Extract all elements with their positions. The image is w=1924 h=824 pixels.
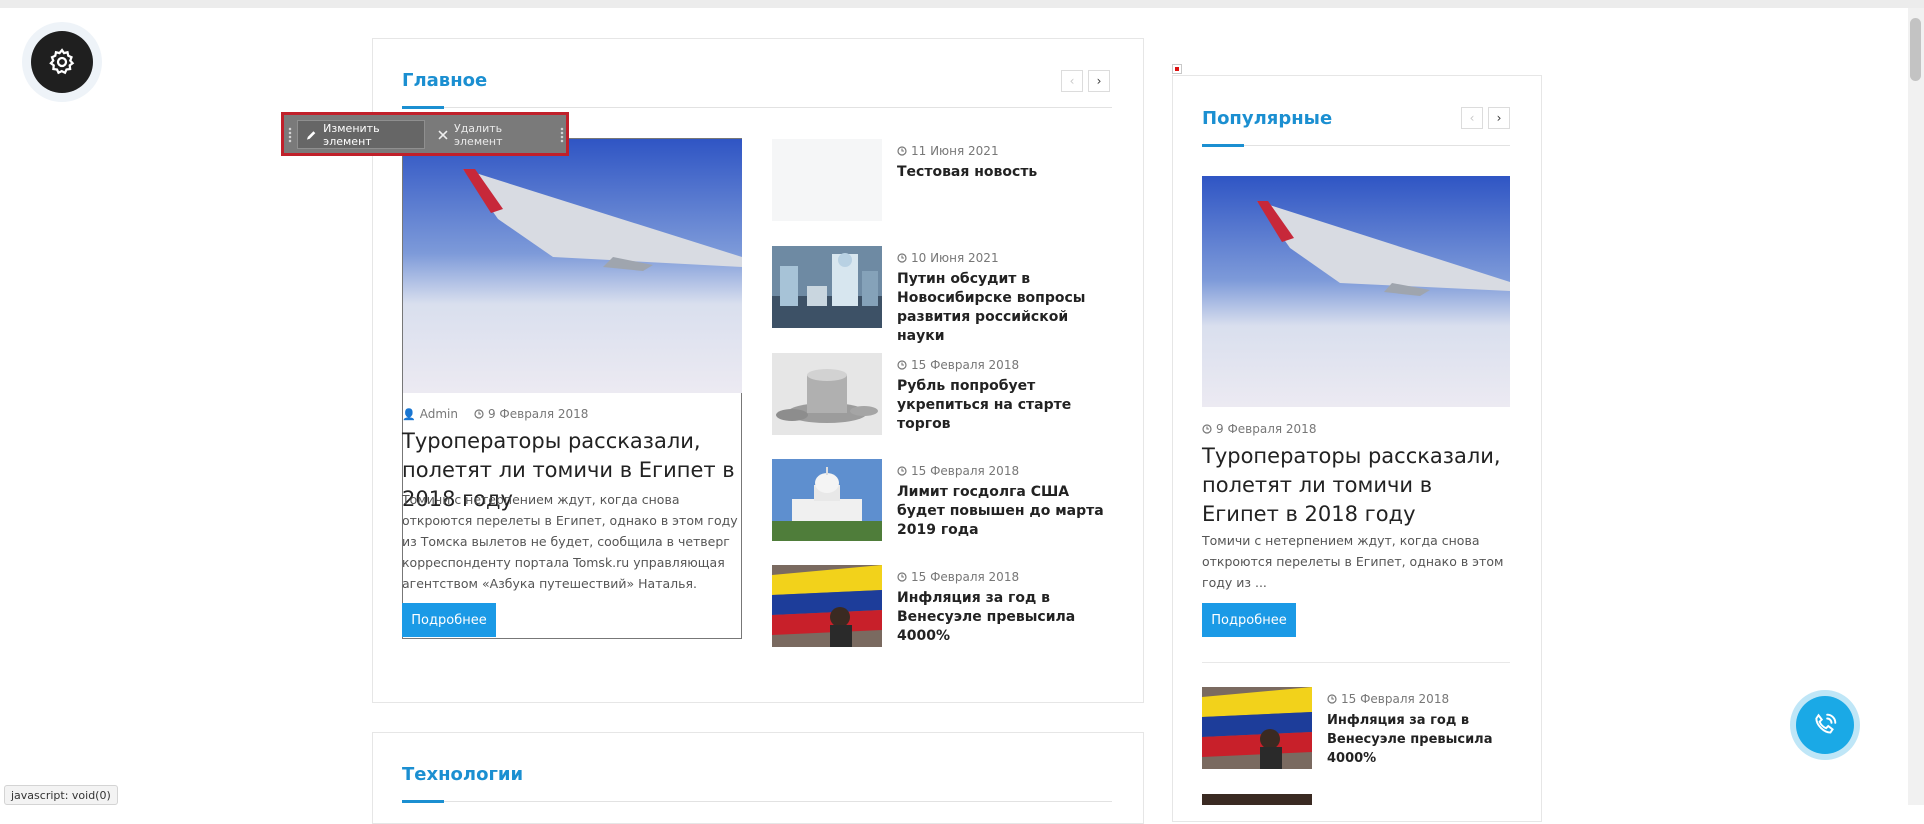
popular-thumb-next[interactable]	[1202, 794, 1312, 805]
main-section-title[interactable]: Главное	[402, 70, 487, 91]
news-date-0: 11 Июня 2021	[897, 144, 999, 158]
popular-section-title[interactable]: Популярные	[1202, 108, 1332, 129]
popular-item-date-0: 15 Февраля 2018	[1327, 692, 1449, 706]
element-marker[interactable]	[1172, 64, 1182, 74]
popular-title-accent	[1202, 144, 1244, 147]
featured-more-button[interactable]: Подробнее	[402, 603, 496, 637]
news-title-4[interactable]: Инфляция за год в Венесуэле превысила 40…	[897, 589, 1112, 646]
main-prev-button[interactable]: ‹	[1061, 70, 1083, 92]
popular-item-title-0[interactable]: Инфляция за год в Венесуэле превысила 40…	[1327, 711, 1507, 768]
clock-icon	[897, 466, 907, 476]
clock-icon	[897, 360, 907, 370]
tech-section-title[interactable]: Технологии	[402, 764, 523, 785]
clock-icon	[897, 572, 907, 582]
clock-icon	[897, 146, 907, 156]
news-thumb-placeholder[interactable]	[772, 139, 882, 221]
call-button[interactable]	[1796, 696, 1854, 754]
popular-featured-excerpt: Томичи с нетерпением ждут, когда снова о…	[1202, 533, 1504, 590]
clock-icon	[474, 409, 484, 419]
news-date-1: 10 Июня 2021	[897, 251, 999, 265]
drag-handle-left[interactable]	[288, 127, 292, 143]
news-date-3: 15 Февраля 2018	[897, 464, 1019, 478]
popular-thumb-venezuela-flag[interactable]	[1202, 687, 1312, 769]
featured-image-airplane-wing[interactable]	[403, 139, 742, 393]
popular-more-button[interactable]: Подробнее	[1202, 603, 1296, 637]
drag-handle-right[interactable]	[560, 127, 564, 143]
popular-title-line	[1202, 145, 1510, 146]
news-thumb-coins[interactable]	[772, 353, 882, 435]
main-title-line	[402, 107, 1112, 108]
phone-icon	[1815, 713, 1837, 734]
clock-icon	[1327, 694, 1337, 704]
news-thumb-laboratory[interactable]	[772, 246, 882, 328]
clock-icon	[1202, 424, 1212, 434]
settings-button[interactable]	[31, 31, 93, 93]
page-scrollbar[interactable]	[1908, 8, 1924, 805]
popular-divider	[1202, 662, 1510, 663]
close-icon	[438, 129, 448, 140]
popular-featured-date: 9 Февраля 2018	[1202, 422, 1316, 436]
gear-icon	[49, 48, 75, 75]
pencil-icon	[306, 130, 316, 140]
featured-excerpt: Томичи с нетерпением ждут, когда снова о…	[402, 492, 738, 591]
user-icon: 👤	[402, 407, 416, 421]
news-title-1[interactable]: Путин обсудит в Новосибирске вопросы раз…	[897, 270, 1112, 346]
delete-element-button[interactable]: Удалить элемент	[432, 120, 554, 149]
news-thumb-venezuela-flag[interactable]	[772, 565, 882, 647]
tech-title-line	[402, 801, 1112, 802]
main-next-button[interactable]: ›	[1088, 70, 1110, 92]
news-title-0[interactable]: Тестовая новость	[897, 163, 1112, 182]
tech-title-accent	[402, 800, 444, 803]
news-title-2[interactable]: Рубль попробует укрепиться на старте тор…	[897, 377, 1112, 434]
news-date-2: 15 Февраля 2018	[897, 358, 1019, 372]
popular-next-button[interactable]: ›	[1488, 107, 1510, 129]
clock-icon	[897, 253, 907, 263]
edit-element-button[interactable]: Изменить элемент	[297, 120, 425, 149]
featured-meta: 👤 Admin 9 Февраля 2018	[402, 407, 588, 421]
featured-author[interactable]: Admin	[420, 407, 458, 421]
news-thumb-capitol[interactable]	[772, 459, 882, 541]
scrollbar-thumb[interactable]	[1910, 18, 1921, 81]
news-title-3[interactable]: Лимит госдолга США будет повышен до март…	[897, 483, 1112, 540]
featured-date: 9 Февраля 2018	[487, 407, 589, 421]
popular-image-airplane-wing[interactable]	[1202, 176, 1510, 407]
popular-prev-button[interactable]: ‹	[1461, 107, 1483, 129]
browser-top-edge	[0, 0, 1924, 8]
browser-status-bar: javascript: void(0)	[4, 785, 118, 805]
element-edit-toolbar: Изменить элемент Удалить элемент	[281, 112, 569, 156]
popular-featured-title[interactable]: Туроператоры рассказали, полетят ли томи…	[1202, 442, 1502, 529]
main-title-accent	[402, 106, 444, 109]
news-date-4: 15 Февраля 2018	[897, 570, 1019, 584]
